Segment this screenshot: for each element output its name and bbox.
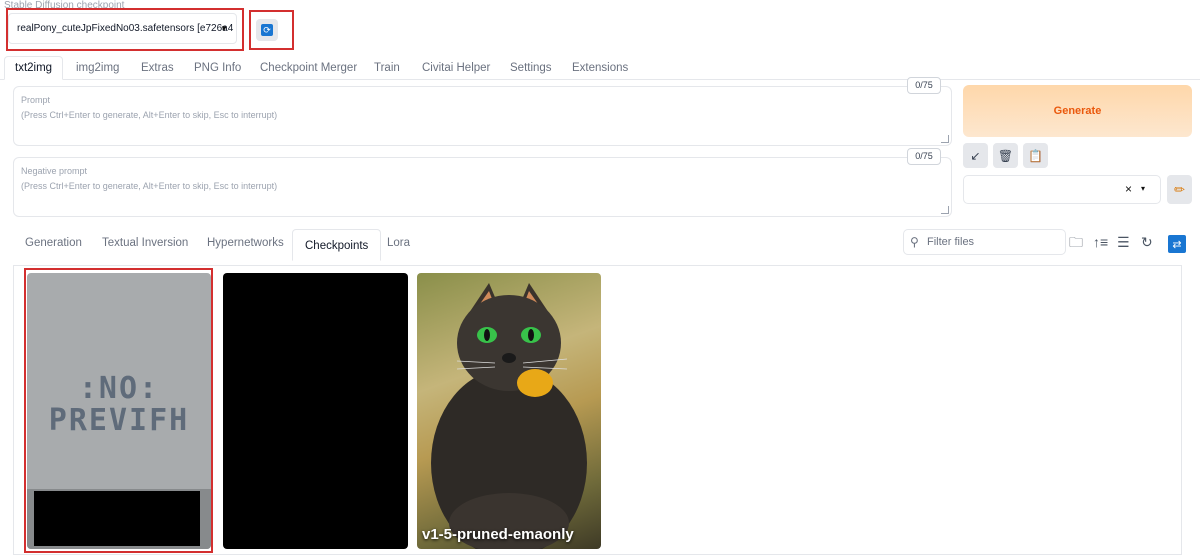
filter-placeholder: Filter files <box>927 236 975 248</box>
folder-search-icon[interactable]: 🗀 <box>1069 233 1083 251</box>
read-params-button[interactable]: ↙ <box>963 143 988 168</box>
arrow-icon: ↙ <box>970 148 981 163</box>
tab-checkpoints[interactable]: Checkpoints <box>292 229 382 261</box>
tree-view-icon[interactable]: ☰ <box>1117 233 1130 251</box>
no-preview-image: :NO: PREVIFH <box>48 371 190 438</box>
apply-style-button[interactable]: 📋 <box>1023 143 1048 168</box>
refresh-icon: ⟳ <box>261 24 273 36</box>
prompt-textarea[interactable]: Prompt (Press Ctrl+Enter to generate, Al… <box>13 86 952 146</box>
checkpoint-card-no-preview[interactable]: :NO: PREVIFH <box>27 273 211 549</box>
prompt-token-counter: 0/75 <box>907 77 941 94</box>
chevron-down-icon: ▼ <box>220 24 228 33</box>
card-name: v1-5-pruned-emaonly <box>422 526 574 543</box>
tab-txt2img[interactable]: txt2img <box>4 56 64 80</box>
tab-lora[interactable]: Lora <box>387 237 410 249</box>
clear-prompt-button[interactable]: 🗑 <box>993 143 1018 168</box>
prompt-title: Prompt <box>21 95 51 105</box>
pencil-icon: ✏ <box>1174 181 1185 197</box>
tab-img2img[interactable]: img2img <box>76 58 119 78</box>
tab-textual-inversion[interactable]: Textual Inversion <box>102 237 188 249</box>
checkpoint-dropdown[interactable]: realPony_cuteJpFixedNo03.safetensors [e7… <box>8 13 237 44</box>
sync-icon[interactable]: ⇄ <box>1168 235 1186 253</box>
tab-settings[interactable]: Settings <box>510 58 552 78</box>
prompt-placeholder: (Press Ctrl+Enter to generate, Alt+Enter… <box>21 110 278 120</box>
checkpoint-card-black[interactable] <box>223 273 408 549</box>
negative-prompt-placeholder: (Press Ctrl+Enter to generate, Alt+Enter… <box>21 181 278 191</box>
edit-styles-button[interactable]: ✏ <box>1167 175 1192 204</box>
filter-files-input[interactable]: ⚲ Filter files <box>903 229 1066 255</box>
generate-button[interactable]: Generate <box>963 85 1192 137</box>
checkpoint-label: Stable Diffusion checkpoint <box>4 0 125 11</box>
tab-divider <box>0 79 1200 80</box>
card-name-area <box>34 491 200 546</box>
tab-generation[interactable]: Generation <box>25 237 82 249</box>
checkpoint-card-cat[interactable]: v1-5-pruned-emaonly <box>417 273 601 549</box>
tab-hypernetworks[interactable]: Hypernetworks <box>207 237 284 249</box>
negative-prompt-textarea[interactable]: Negative prompt (Press Ctrl+Enter to gen… <box>13 157 952 217</box>
tab-train[interactable]: Train <box>374 58 400 78</box>
tab-checkpoint-merger[interactable]: Checkpoint Merger <box>260 58 357 78</box>
clear-icon[interactable]: × <box>1125 182 1132 196</box>
search-icon: ⚲ <box>910 235 919 249</box>
tab-png-info[interactable]: PNG Info <box>194 58 241 78</box>
resize-handle[interactable] <box>941 206 949 214</box>
resize-handle[interactable] <box>941 135 949 143</box>
tab-extensions[interactable]: Extensions <box>572 58 628 78</box>
refresh-icon[interactable]: ↻ <box>1141 233 1153 251</box>
chevron-down-icon: ▾ <box>1140 184 1145 193</box>
sort-icon[interactable]: ↑≡ <box>1093 233 1108 251</box>
negative-prompt-title: Negative prompt <box>21 166 88 176</box>
trash-icon: 🗑 <box>997 148 1014 163</box>
tab-extras[interactable]: Extras <box>141 58 174 78</box>
negative-token-counter: 0/75 <box>907 148 941 165</box>
styles-dropdown[interactable]: × ▾ <box>963 175 1161 204</box>
tab-civitai-helper[interactable]: Civitai Helper <box>422 58 490 78</box>
cat-preview-image <box>431 283 587 549</box>
clipboard-icon: 📋 <box>1028 148 1043 163</box>
refresh-checkpoints-button[interactable]: ⟳ <box>256 19 278 41</box>
checkpoint-selected-value: realPony_cuteJpFixedNo03.safetensors [e7… <box>17 23 234 34</box>
